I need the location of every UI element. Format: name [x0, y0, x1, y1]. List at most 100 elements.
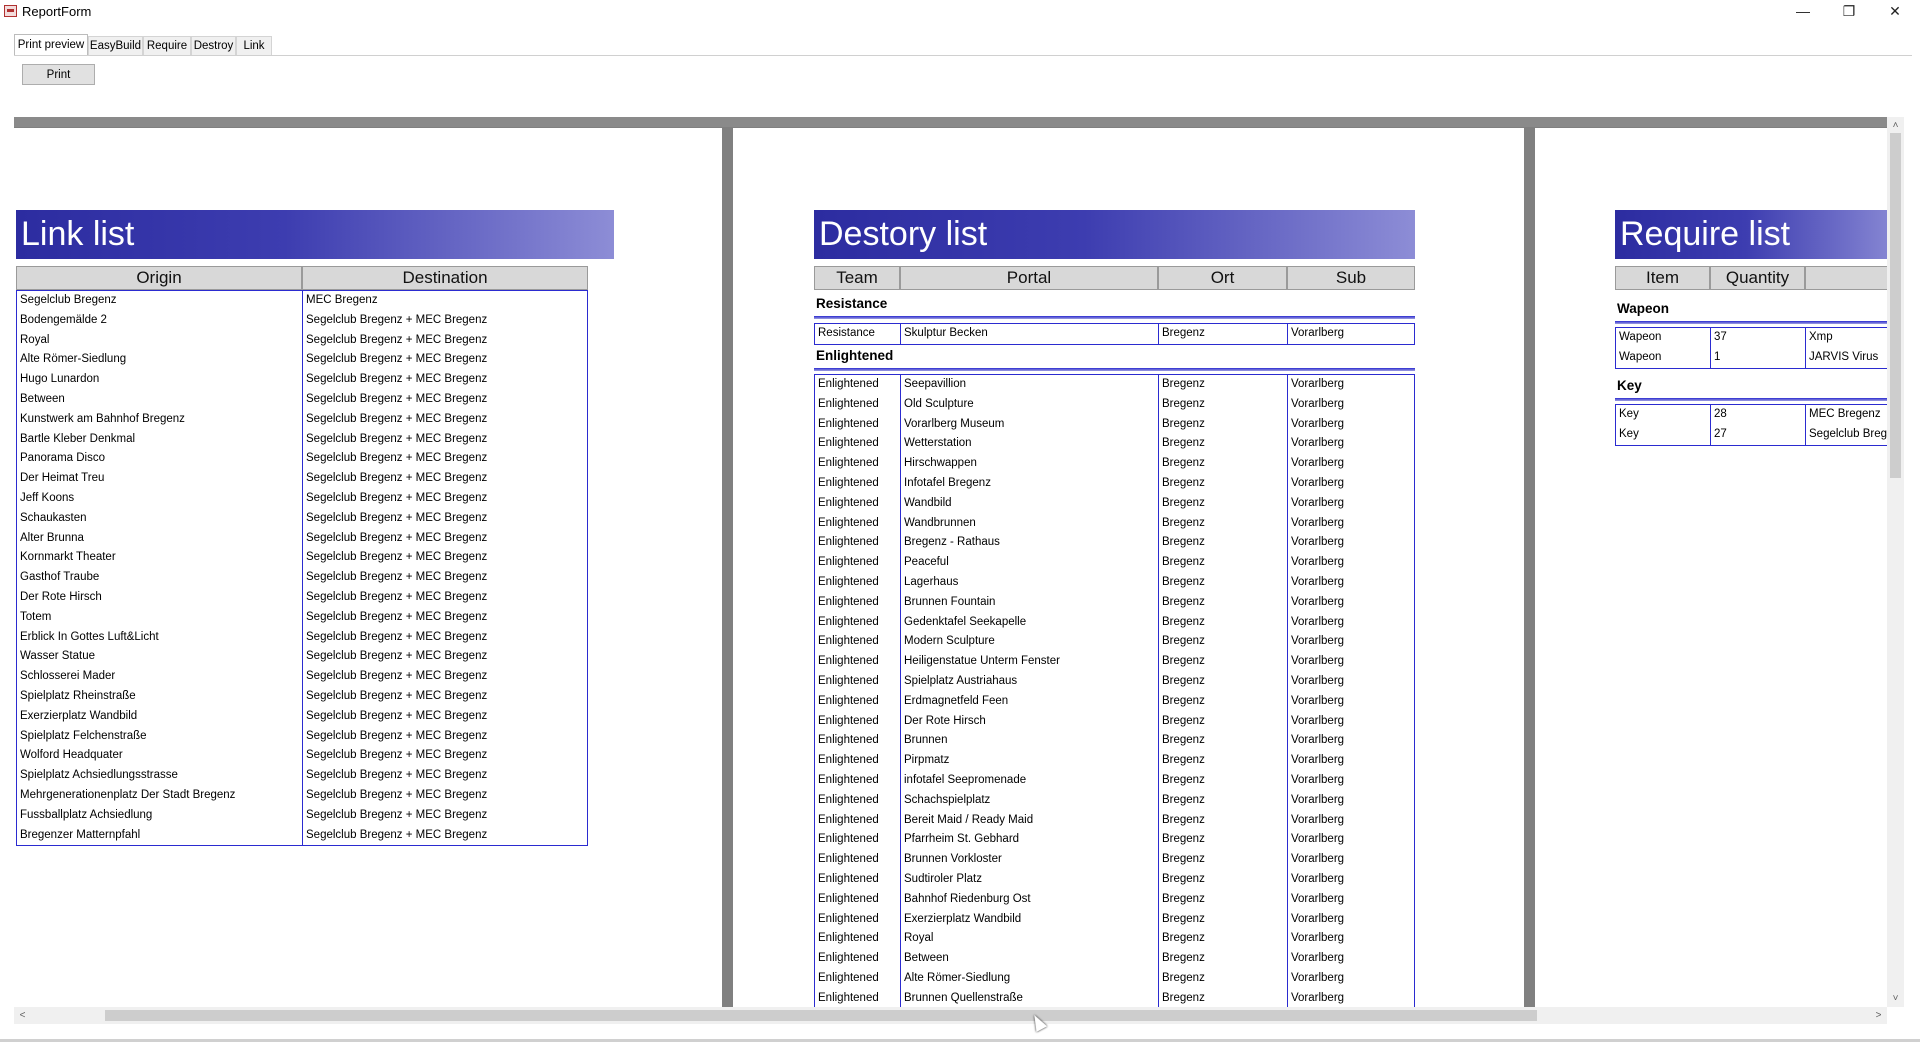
table-cell: Old Sculpture: [904, 397, 974, 410]
tab-print-preview[interactable]: Print preview: [14, 34, 88, 55]
table-cell: Vorarlberg: [1291, 991, 1345, 1004]
tab-destroy[interactable]: Destroy: [191, 36, 236, 55]
table-cell: Enlightened: [818, 971, 879, 984]
horizontal-scroll-thumb[interactable]: [105, 1010, 1537, 1021]
destroy-col-sub: Sub: [1287, 266, 1415, 290]
table-row: Enlightened Infotafel Bregenz Bregenz Vorar…: [815, 474, 1414, 494]
table-cell: Segelclub Bregenz + MEC Bregenz: [306, 590, 488, 603]
table-cell: Enlightened: [818, 615, 879, 628]
table-cell: Vorarlberg: [1291, 536, 1345, 549]
table-cell: Segelclub Bregenz + MEC Bregenz: [306, 808, 488, 821]
report-viewer[interactable]: Link list Origin Destination Segelclub B…: [14, 117, 1887, 1007]
table-cell: Heiligenstatue Unterm Fenster: [904, 655, 1060, 668]
destroy-group-title: Enlightened: [816, 348, 894, 363]
table-cell: Vorarlberg Museum: [904, 417, 1005, 430]
table-cell: Bregenz: [1162, 734, 1205, 747]
table-row: Enlightened Brunnen Quellenstraße Bregenz V…: [815, 989, 1414, 1007]
table-cell: Vorarlberg: [1291, 714, 1345, 727]
table-cell: Fussballplatz Achsiedlung: [20, 808, 153, 821]
table-cell: Kunstwerk am Bahnhof Bregenz: [20, 412, 185, 425]
table-row: Enlightened Sudtiroler Platz Bregenz Vorarl…: [815, 870, 1414, 890]
table-cell: Bregenz: [1162, 694, 1205, 707]
table-cell: Royal: [20, 333, 50, 346]
table-cell: Schlosserei Mader: [20, 670, 116, 683]
scroll-up-icon[interactable]: ˄: [1887, 117, 1904, 134]
table-cell: Kornmarkt Theater: [20, 551, 116, 564]
table-cell: Vorarlberg: [1291, 734, 1345, 747]
table-row: Enlightened Pfarrheim St. Gebhard Bregenz V…: [815, 830, 1414, 850]
link-col-destination: Destination: [302, 266, 588, 290]
require-col-item: Item: [1615, 266, 1710, 290]
table-row: Enlightened Heiligenstatue Unterm Fenster…: [815, 652, 1414, 672]
table-cell: 27: [1714, 427, 1727, 440]
page-require-list: Require list Item Quantity Wapeon Wapeon…: [1535, 128, 1887, 1007]
scroll-left-icon[interactable]: <: [14, 1007, 31, 1024]
table-cell: Bregenz: [1162, 952, 1205, 965]
table-cell: Lagerhaus: [904, 575, 959, 588]
table-row: Enlightened Seepavillion Bregenz Vorarlberg: [815, 375, 1414, 395]
table-cell: Vorarlberg: [1291, 813, 1345, 826]
destroy-col-team: Team: [814, 266, 900, 290]
table-cell: Bregenz: [1162, 754, 1205, 767]
table-cell: Segelclub Bregenz + MEC Bregenz: [306, 313, 488, 326]
table-row: Enlightened Between Bregenz Vorarlberg: [815, 949, 1414, 969]
table-cell: Brunnen: [904, 734, 948, 747]
table-cell: Alte Römer-Siedlung: [904, 971, 1011, 984]
table-cell: Vorarlberg: [1291, 378, 1345, 390]
table-cell: Wapeon: [1619, 350, 1662, 363]
table-row: Enlightened Wetterstation Bregenz Vorarlber…: [815, 434, 1414, 454]
column-divider: [1158, 375, 1159, 1007]
table-cell: Enlightened: [818, 457, 879, 470]
table-row: Enlightened Exerzierplatz Wandbild Bregenz…: [815, 910, 1414, 930]
column-divider: [1805, 328, 1806, 368]
table-cell: Segelclub Bregenz + MEC Bregenz: [306, 630, 488, 643]
table-row: Enlightened Bahnhof Riedenburg Ost Bregenz…: [815, 890, 1414, 910]
table-cell: Segelclub Bregenz + MEC Bregenz: [306, 412, 488, 425]
table-cell: Enlightened: [818, 397, 879, 410]
table-cell: Bregenz: [1162, 853, 1205, 866]
table-cell: Key: [1619, 427, 1639, 440]
destroy-group-title: Resistance: [816, 296, 888, 311]
vertical-scroll-thumb[interactable]: [1890, 133, 1901, 478]
column-divider: [1805, 405, 1806, 445]
column-divider: [1287, 324, 1288, 344]
table-cell: Enlightened: [818, 793, 879, 806]
table-row: Wapeon 37 Xmp: [1616, 328, 1887, 348]
table-cell: Enlightened: [818, 694, 879, 707]
table-row: Enlightened Brunnen Vorkloster Bregenz Vora…: [815, 850, 1414, 870]
print-button[interactable]: Print: [22, 64, 95, 85]
table-row: Enlightened Brunnen Bregenz Vorarlberg: [815, 731, 1414, 751]
table-cell: Enlightened: [818, 912, 879, 925]
table-cell: Bregenz: [1162, 476, 1205, 489]
table-cell: Wasser Statue: [20, 650, 95, 663]
scroll-down-icon[interactable]: ˅: [1887, 990, 1904, 1007]
require-col-quantity: Quantity: [1710, 266, 1805, 290]
tab-link[interactable]: Link: [236, 36, 272, 55]
table-cell: Enlightened: [818, 556, 879, 569]
restore-button[interactable]: ❐: [1826, 0, 1872, 22]
table-row: Wapeon 1 JARVIS Virus: [1616, 348, 1887, 368]
table-cell: Vorarlberg: [1291, 853, 1345, 866]
tab-easybuild[interactable]: EasyBuild: [88, 36, 143, 55]
table-cell: Erblick In Gottes Luft&Licht: [20, 630, 159, 643]
minimize-button[interactable]: —: [1780, 0, 1826, 22]
close-button[interactable]: ✕: [1872, 0, 1918, 22]
table-cell: Segelclub Bregenz + MEC Bregenz: [306, 670, 488, 683]
table-cell: Segelclub Bregenz + MEC Bregenz: [306, 452, 488, 465]
table-cell: Brunnen Vorkloster: [904, 853, 1002, 866]
horizontal-scrollbar[interactable]: < >: [14, 1007, 1887, 1024]
page-destroy-list: Destory list Team Portal Ort Sub Resista…: [733, 128, 1524, 1007]
table-cell: Bregenz: [1162, 397, 1205, 410]
table-cell: Wolford Headquater: [20, 749, 123, 762]
table-cell: Enlightened: [818, 991, 879, 1004]
table-cell: Segelclub Bregenz + MEC Bregenz: [306, 353, 488, 366]
table-cell: Segelclub Bregenz + MEC Bregenz: [306, 689, 488, 702]
table-cell: Bregenz: [1162, 674, 1205, 687]
tab-require[interactable]: Require: [143, 36, 191, 55]
table-cell: Segelclub Bregenz + MEC Bregenz: [306, 531, 488, 544]
table-cell: Der Rote Hirsch: [20, 590, 102, 603]
table-cell: Vorarlberg: [1291, 971, 1345, 984]
table-cell: Segelclub Bregenz: [1809, 427, 1887, 440]
scroll-right-icon[interactable]: >: [1870, 1007, 1887, 1024]
vertical-scrollbar[interactable]: ˄ ˅: [1887, 117, 1904, 1007]
